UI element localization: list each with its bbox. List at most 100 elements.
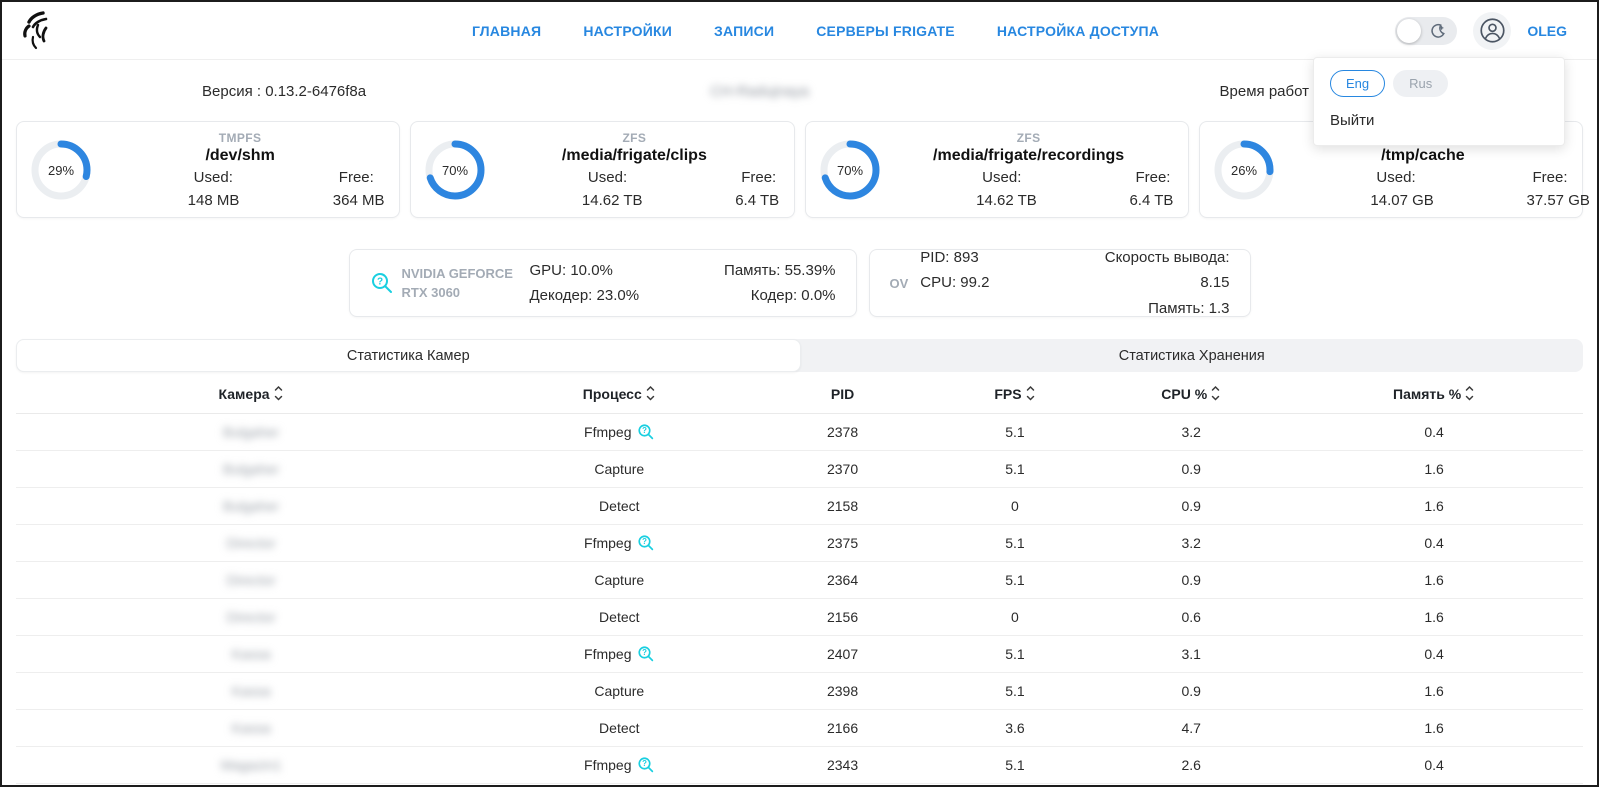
used-value: 14.62 TB	[582, 192, 643, 209]
nav-frigate-servers[interactable]: СЕРВЕРЫ FRIGATE	[816, 23, 955, 39]
nav-records[interactable]: ЗАПИСИ	[714, 23, 774, 39]
ffmpeg-help-search-icon[interactable]: ?	[637, 423, 655, 441]
free-label: Free:	[1135, 169, 1173, 186]
server-name-blurred: CH-Radujnaya	[710, 83, 808, 100]
used-value: 14.62 TB	[976, 192, 1037, 209]
table-row: DirectorFfmpeg ?23755.13.20.4	[16, 524, 1583, 561]
fps-value: 5.1	[933, 746, 1098, 783]
ov-right-stats: Скорость вывода: 8.15 Память: 1.3	[1075, 245, 1230, 322]
pid-value: 2156	[752, 598, 932, 635]
lang-eng-button[interactable]: Eng	[1330, 70, 1385, 97]
stats-tabs: Статистика Камер Статистика Хранения	[16, 339, 1583, 372]
user-dropdown-menu: Eng Rus Выйти	[1313, 57, 1565, 146]
col-header-memory[interactable]: Память %	[1285, 375, 1583, 413]
memory-value: 1.6	[1285, 598, 1583, 635]
svg-text:?: ?	[642, 426, 647, 435]
ov-pid: PID: 893	[920, 245, 1075, 271]
camera-stats-table: Камера Процесс PID FPS CPU % Память % Bu…	[16, 375, 1583, 784]
storage-card-dev-shm: 29% TMPFS /dev/shm Used: 148 MB Free: 36…	[16, 121, 400, 218]
nav-access-settings[interactable]: НАСТРОЙКА ДОСТУПА	[997, 23, 1159, 39]
cpu-value: 0.9	[1097, 450, 1285, 487]
table-body: BulgaherFfmpeg ?23785.13.20.4BulgaherCap…	[16, 413, 1583, 783]
ov-left-stats: PID: 893 CPU: 99.2	[920, 245, 1075, 322]
process-name: Ffmpeg	[584, 535, 631, 551]
ffmpeg-help-search-icon[interactable]: ?	[637, 756, 655, 774]
main-nav: ГЛАВНАЯ НАСТРОЙКИ ЗАПИСИ СЕРВЕРЫ FRIGATE…	[472, 2, 1159, 60]
donut-percent-label: 70%	[442, 163, 468, 178]
used-value: 148 MB	[188, 192, 240, 209]
tab-camera-stats[interactable]: Статистика Камер	[16, 339, 801, 372]
sort-icon	[1025, 385, 1036, 402]
pid-value: 2166	[752, 709, 932, 746]
fps-value: 5.1	[933, 561, 1098, 598]
ov-output-speed: Скорость вывода: 8.15	[1075, 245, 1230, 296]
gpu-decoder: Декодер: 23.0%	[530, 283, 683, 309]
usage-donut: 70%	[421, 139, 489, 201]
tab-storage-stats[interactable]: Статистика Хранения	[801, 339, 1584, 372]
used-label: Used:	[982, 169, 1037, 186]
memory-value: 1.6	[1285, 487, 1583, 524]
gpu-encoder: Кодер: 0.0%	[683, 283, 836, 309]
free-label: Free:	[741, 169, 779, 186]
table-row: KassaFfmpeg ?24075.13.10.4	[16, 635, 1583, 672]
ffmpeg-help-search-icon[interactable]: ?	[637, 645, 655, 663]
col-header-process[interactable]: Процесс	[486, 375, 752, 413]
ov-memory: Память: 1.3	[1075, 296, 1230, 322]
process-name: Capture	[594, 683, 644, 699]
user-avatar-button[interactable]	[1473, 12, 1511, 50]
gpu-help-search-icon[interactable]: ?	[370, 271, 394, 295]
pid-value: 2343	[752, 746, 932, 783]
dark-mode-toggle[interactable]	[1395, 17, 1457, 45]
fs-path-label: /dev/shm	[95, 147, 385, 165]
col-header-fps[interactable]: FPS	[933, 375, 1098, 413]
cpu-value: 0.6	[1097, 598, 1285, 635]
col-header-pid: PID	[752, 375, 932, 413]
table-row: BulgaherDetect215800.91.6	[16, 487, 1583, 524]
used-label: Used:	[588, 169, 643, 186]
pid-value: 2407	[752, 635, 932, 672]
memory-value: 1.6	[1285, 450, 1583, 487]
username-label[interactable]: OLEG	[1527, 23, 1567, 39]
lang-rus-button[interactable]: Rus	[1393, 70, 1448, 97]
camera-name: Director	[227, 609, 276, 625]
ffmpeg-help-search-icon[interactable]: ?	[637, 534, 655, 552]
top-navbar: ГЛАВНАЯ НАСТРОЙКИ ЗАПИСИ СЕРВЕРЫ FRIGATE…	[2, 2, 1597, 60]
ov-stats-card: OV PID: 893 CPU: 99.2 Скорость вывода: 8…	[869, 249, 1251, 317]
version-label: Версия : 0.13.2-6476f8a	[202, 83, 366, 100]
pid-value: 2364	[752, 561, 932, 598]
cpu-value: 3.1	[1097, 635, 1285, 672]
gpu-memory: Память: 55.39%	[683, 258, 836, 284]
camera-name: Kassa	[232, 646, 271, 662]
fs-path-label: /tmp/cache	[1278, 147, 1568, 165]
col-header-cpu[interactable]: CPU %	[1097, 375, 1285, 413]
uptime-label: Время работ	[1220, 83, 1309, 100]
free-value: 37.57 GB	[1526, 192, 1589, 209]
process-name: Capture	[594, 461, 644, 477]
table-row: BulgaherFfmpeg ?23785.13.20.4	[16, 413, 1583, 450]
usage-donut: 70%	[816, 139, 884, 201]
camera-name: Director	[227, 572, 276, 588]
pid-value: 2370	[752, 450, 932, 487]
pid-value: 2378	[752, 413, 932, 450]
sort-icon	[645, 385, 656, 402]
frigate-logo-icon[interactable]	[16, 9, 60, 55]
nav-home[interactable]: ГЛАВНАЯ	[472, 23, 541, 39]
gpu-name-label: NVIDIA GEFORCE RTX 3060	[402, 264, 530, 303]
nav-settings[interactable]: НАСТРОЙКИ	[583, 23, 672, 39]
donut-percent-label: 70%	[836, 163, 862, 178]
sort-icon	[273, 385, 284, 402]
logout-menu-item[interactable]: Выйти	[1330, 112, 1548, 129]
process-name: Ffmpeg	[584, 757, 631, 773]
toggle-knob[interactable]	[1397, 19, 1421, 43]
usage-donut: 29%	[27, 139, 95, 201]
camera-name: Bulgaher	[223, 498, 279, 514]
used-label: Used:	[1376, 169, 1433, 186]
process-name: Capture	[594, 572, 644, 588]
process-stats-row: ? NVIDIA GEFORCE RTX 3060 GPU: 10.0% Дек…	[2, 249, 1597, 317]
memory-value: 1.6	[1285, 709, 1583, 746]
col-header-camera[interactable]: Камера	[16, 375, 486, 413]
sort-icon	[1464, 385, 1475, 402]
pid-value: 2375	[752, 524, 932, 561]
table-row: Magazin1Ffmpeg ?23435.12.60.4	[16, 746, 1583, 783]
cpu-value: 3.2	[1097, 413, 1285, 450]
